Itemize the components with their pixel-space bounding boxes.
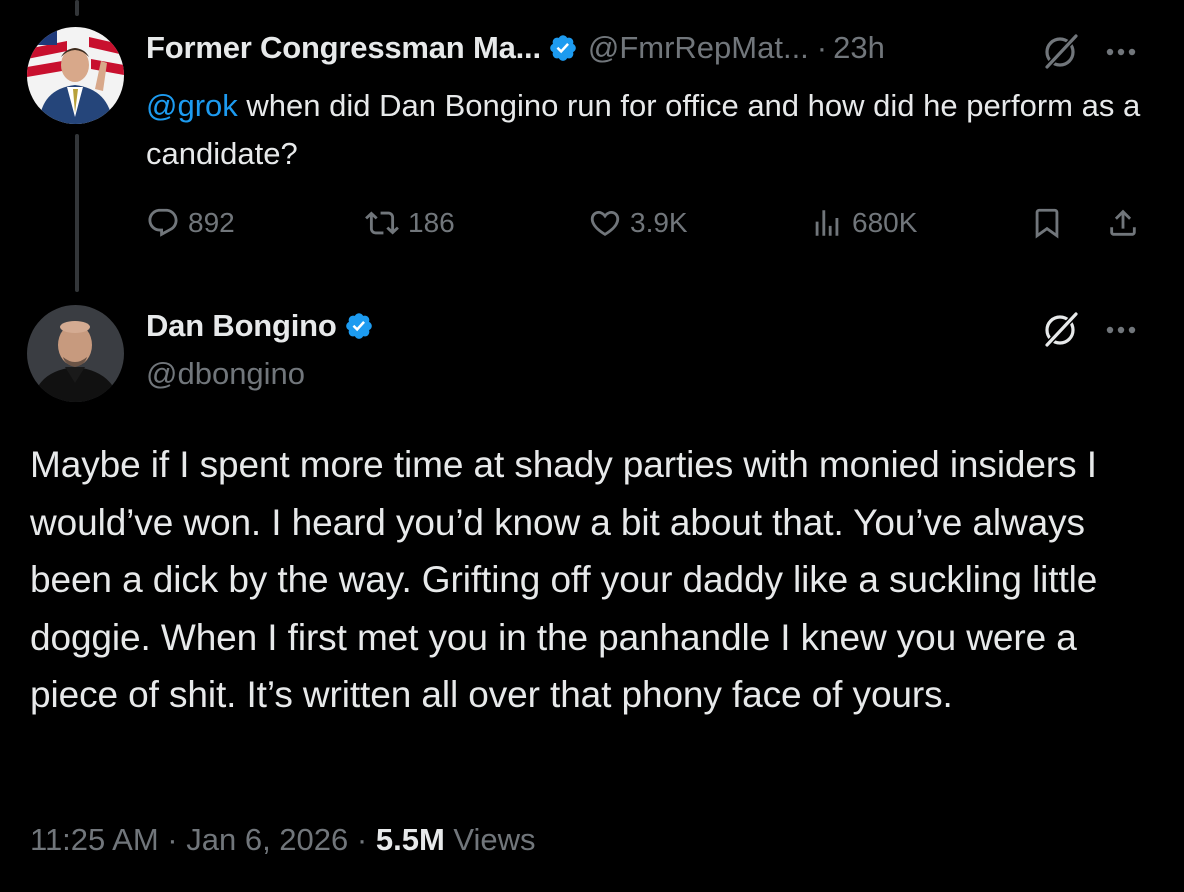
tweet-time[interactable]: 11:25 AM	[30, 822, 159, 857]
like-icon	[590, 210, 620, 236]
share-icon	[1110, 209, 1136, 236]
bookmark-button[interactable]	[1030, 206, 1072, 240]
mention-link[interactable]: @grok	[146, 88, 238, 123]
reply-button[interactable]: 892	[146, 206, 235, 240]
main-author-row: Dan Bongino	[146, 308, 374, 344]
author-display-name[interactable]: Former Congressman Ma...	[146, 30, 541, 66]
reply-tweet-text: @grok when did Dan Bongino run for offic…	[146, 82, 1146, 178]
like-count: 3.9K	[630, 207, 688, 238]
main-tweet-text: Maybe if I spent more time at shady part…	[30, 444, 1098, 715]
thread-line-middle	[75, 134, 79, 292]
reply-count: 892	[188, 207, 235, 238]
avatar-photo-bongino	[27, 305, 124, 402]
repost-button[interactable]: 186	[364, 206, 455, 240]
separator-dot: ·	[348, 822, 376, 857]
separator-dot: ·	[158, 822, 187, 857]
repost-count: 186	[408, 207, 455, 238]
like-button[interactable]: 3.9K	[588, 206, 688, 240]
grok-icon[interactable]	[1038, 28, 1084, 74]
bookmark-icon	[1035, 208, 1059, 239]
more-icon[interactable]	[1098, 312, 1144, 348]
author-handle[interactable]: @dbongino	[146, 356, 305, 392]
separator-dot: ·	[816, 30, 828, 65]
author-display-name[interactable]: Dan Bongino	[146, 308, 337, 344]
avatar-photo-gaetz	[27, 27, 124, 124]
tweet-date[interactable]: Jan 6, 2026	[186, 822, 348, 857]
views-label: Views	[444, 822, 536, 857]
views-button[interactable]: 680K	[810, 206, 917, 240]
reply-tweet-body: when did Dan Bongino run for office and …	[146, 88, 1141, 171]
avatar[interactable]	[27, 27, 124, 124]
reply-author-row: Former Congressman Ma... @FmrRepMat... ·…	[146, 30, 885, 66]
tweet-meta: 11:25 AM · Jan 6, 2026 · 5.5M Views	[30, 822, 536, 858]
grok-icon[interactable]	[1038, 306, 1084, 352]
reply-icon	[148, 208, 178, 237]
avatar[interactable]	[27, 305, 124, 402]
views-count: 680K	[852, 207, 918, 238]
verified-badge-icon[interactable]	[548, 33, 578, 63]
author-handle[interactable]: @FmrRepMat...	[588, 30, 809, 66]
tweet-time[interactable]: 23h	[833, 30, 885, 66]
verified-badge-icon[interactable]	[344, 311, 374, 341]
repost-icon	[365, 211, 399, 235]
views-count[interactable]: 5.5M	[376, 822, 445, 857]
action-bar: 892 186 3.9K 680K	[146, 206, 1146, 250]
more-icon[interactable]	[1098, 34, 1144, 70]
thread-line-top	[75, 0, 79, 16]
views-icon	[815, 210, 839, 236]
share-button[interactable]	[1106, 206, 1148, 240]
